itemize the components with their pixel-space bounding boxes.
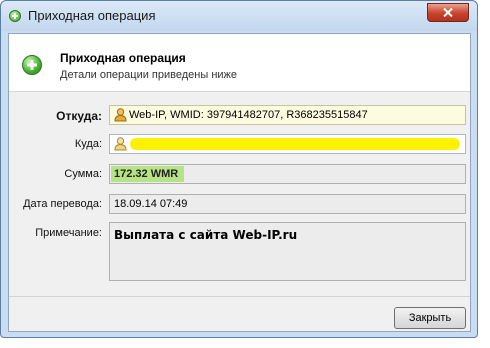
user-icon [114,137,127,151]
redaction-mark [130,138,460,150]
window-close-button[interactable] [427,3,469,22]
footer-divider [9,296,470,297]
note-label: Примечание: [35,227,102,239]
title-bar[interactable]: Приходная операция [1,1,477,31]
plus-circle-icon [22,55,42,75]
amount-field[interactable]: 172.32 WMR [109,164,466,184]
note-field[interactable]: Выплата с сайта Web-IP.ru [109,222,466,281]
window-title: Приходная операция [28,8,156,23]
date-label: Дата перевода: [23,198,102,210]
dialog-window: Приходная операция Приходная операция Де… [0,0,478,338]
date-field[interactable]: 18.09.14 07:49 [109,194,466,214]
from-value: Web-IP, WMID: 397941482707, R36823551584… [129,109,368,121]
from-label: Откуда: [56,109,102,123]
to-label: Куда: [74,138,102,150]
date-value: 18.09.14 07:49 [114,198,188,210]
to-field[interactable] [109,134,466,154]
dialog-header: Приходная операция Детали операции приве… [9,34,470,92]
amount-label: Сумма: [64,168,102,180]
from-field[interactable]: Web-IP, WMID: 397941482707, R36823551584… [109,105,466,125]
close-icon [443,8,453,17]
note-value: Выплата с сайта Web-IP.ru [114,228,298,242]
close-button[interactable]: Закрыть [394,307,466,329]
user-icon [114,108,127,122]
dialog-content: Приходная операция Детали операции приве… [8,33,471,332]
plus-circle-icon [9,10,21,22]
amount-value: 172.32 WMR [111,166,185,182]
header-title: Приходная операция [60,51,186,65]
header-subtitle: Детали операции приведены ниже [60,69,238,81]
